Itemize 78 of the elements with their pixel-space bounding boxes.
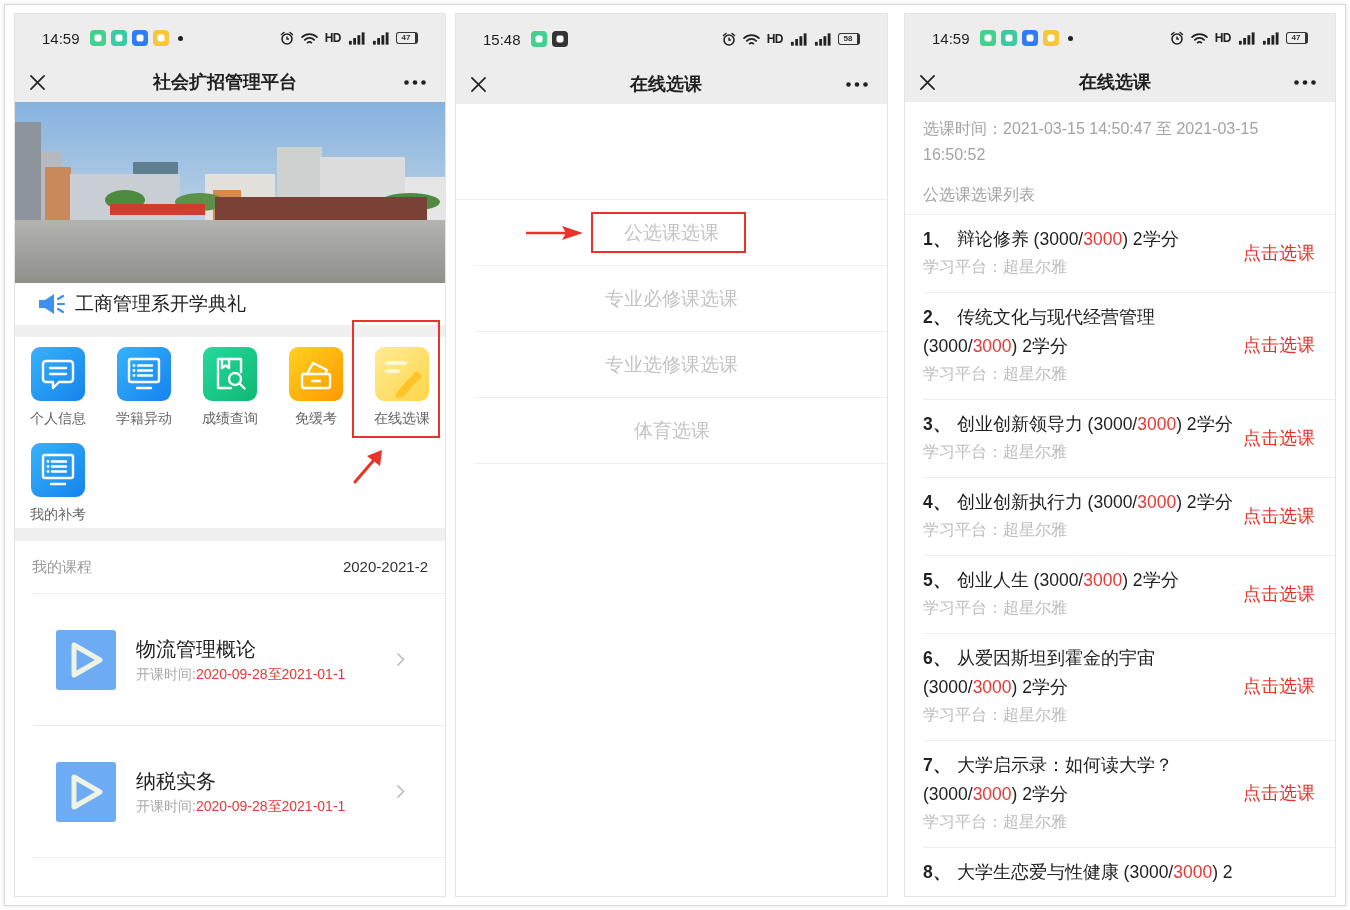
close-icon[interactable] <box>471 76 486 92</box>
shortcut-button[interactable]: 成绩查询 <box>202 347 258 428</box>
selection-period-text: 选课时间：2021-03-15 14:50:47 至 2021-03-15 16:50:52 <box>923 119 1260 165</box>
play-icon <box>56 761 116 822</box>
play-icon <box>56 629 116 690</box>
select-course-link[interactable]: 点击选课 <box>1243 425 1315 450</box>
network-label: HD <box>324 32 341 44</box>
signal-icon <box>1238 31 1255 45</box>
shortcut-button[interactable]: 个人信息 <box>30 347 86 428</box>
platform-text: 学习平台：超星尔雅 <box>923 812 1068 832</box>
status-time: 14:59 <box>42 30 80 46</box>
course-title: 5、 创业人生 (3000/3000) 2学分 <box>923 569 1180 592</box>
battery-indicator: 47 <box>1286 32 1308 44</box>
course-title: 2、 传统文化与现代经营管理 (3000/3000) 2学分 <box>923 306 1156 358</box>
shortcut-button[interactable]: 我的补考 <box>30 443 86 524</box>
network-label: HD <box>766 33 783 45</box>
network-label: HD <box>1214 32 1231 44</box>
page-title: 在线选课 <box>1077 71 1152 94</box>
select-course-link[interactable]: 点击选课 <box>1243 333 1315 357</box>
arrow-icon <box>352 449 384 485</box>
page-title: 在线选课 <box>629 73 703 96</box>
signal-icon <box>372 31 389 45</box>
course-title: 8、 大学生恋爱与性健康 (3000/3000) 2 <box>923 861 1234 884</box>
signal-icon <box>1262 31 1279 45</box>
platform-text: 学习平台：超星尔雅 <box>923 364 1068 384</box>
wifi-icon <box>300 31 318 45</box>
course-title: 4、 创业创新执行力 (3000/3000) 2学分 <box>923 491 1234 514</box>
select-course-link[interactable]: 点击选课 <box>1243 581 1315 606</box>
battery-indicator: 58 <box>838 33 860 45</box>
speaker-icon <box>37 293 67 315</box>
more-icon[interactable] <box>404 79 426 85</box>
document-search-icon <box>203 347 257 401</box>
chat-bubble-icon <box>31 347 85 401</box>
close-icon[interactable] <box>920 74 935 90</box>
alarm-clock-icon <box>721 32 736 46</box>
list-heading: 公选课选课列表 <box>923 185 1036 205</box>
alarm-clock-icon <box>279 31 294 45</box>
course-title: 1、 辩论修养 (3000/3000) 2学分 <box>923 228 1180 251</box>
platform-text: 学习平台：超星尔雅 <box>923 442 1068 462</box>
signal-icon <box>348 31 365 45</box>
arrow-icon <box>524 225 583 241</box>
shortcut-button[interactable]: 学籍异动 <box>116 347 172 428</box>
close-icon[interactable] <box>30 74 45 90</box>
more-icon[interactable] <box>1294 79 1316 85</box>
select-course-link[interactable]: 点击选课 <box>1243 240 1315 265</box>
notice-title[interactable]: 工商管理系开学典礼 <box>75 292 246 316</box>
signal-icon <box>814 32 831 46</box>
course-time-text: 开课时间:2020-09-28至2021-01-1 <box>136 664 347 684</box>
platform-text: 学习平台：超星尔雅 <box>923 520 1068 540</box>
battery-indicator: 47 <box>396 32 418 44</box>
tray-icon <box>289 347 343 401</box>
shortcut-button[interactable]: 在线选课 <box>374 347 430 428</box>
course-title: 6、 从爱因斯坦到霍金的宇宙 (3000/3000) 2学分 <box>923 647 1156 699</box>
wifi-icon <box>1190 31 1208 45</box>
more-icon[interactable] <box>846 81 868 87</box>
select-course-link[interactable]: 点击选课 <box>1243 781 1315 805</box>
shortcut-button[interactable]: 免缓考 <box>289 347 343 428</box>
platform-text: 学习平台：超星尔雅 <box>923 257 1068 277</box>
status-time: 15:48 <box>483 31 521 47</box>
course-title[interactable]: 纳税实务 <box>136 767 396 794</box>
status-time: 14:59 <box>932 30 970 46</box>
note-pen-icon <box>375 347 429 401</box>
term-label: 2020-2021-2 <box>342 556 428 577</box>
page-title: 社会扩招管理平台 <box>151 71 298 94</box>
section-title: 我的课程 <box>32 556 92 577</box>
select-course-link[interactable]: 点击选课 <box>1243 674 1315 698</box>
select-course-link[interactable]: 点击选课 <box>1243 503 1315 528</box>
alarm-clock-icon <box>1169 31 1184 45</box>
platform-text: 学习平台：超星尔雅 <box>923 598 1068 618</box>
wifi-icon <box>742 32 760 46</box>
platform-text: 学习平台：超星尔雅 <box>923 705 1068 725</box>
monitor-list-icon <box>117 347 171 401</box>
course-title: 7、 大学启示录：如何读大学？ (3000/3000) 2学分 <box>923 754 1174 806</box>
course-title: 3、 创业创新领导力 (3000/3000) 2学分 <box>923 413 1234 436</box>
monitor-list-icon <box>31 443 85 497</box>
signal-icon <box>790 32 807 46</box>
course-title[interactable]: 物流管理概论 <box>136 635 396 662</box>
course-time-text: 开课时间:2020-09-28至2021-01-1 <box>136 796 347 816</box>
